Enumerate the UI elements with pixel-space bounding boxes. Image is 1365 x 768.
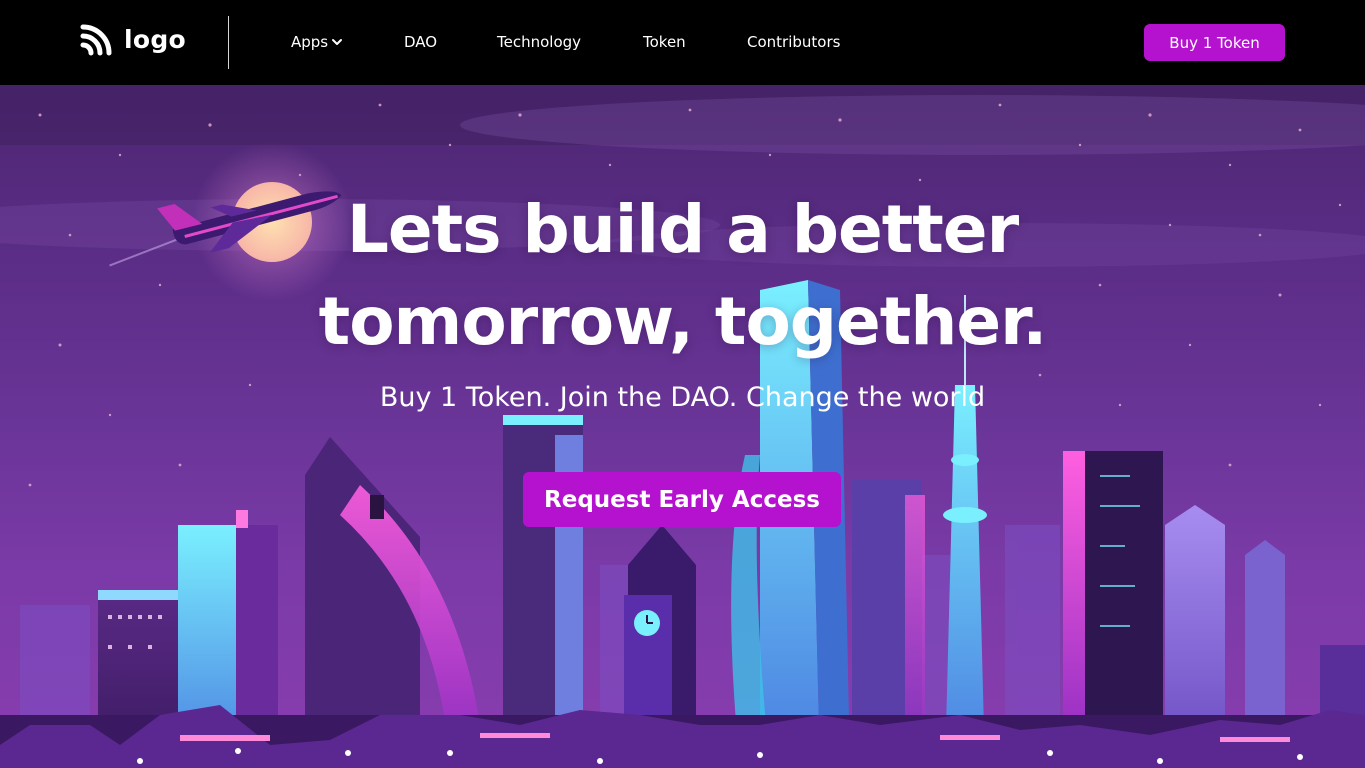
rss-signal-icon — [80, 24, 112, 56]
nav-item-apps[interactable]: Apps — [291, 33, 404, 51]
hero-section: Lets build a better tomorrow, together. … — [0, 85, 1365, 768]
city-skyline-illustration — [0, 85, 1365, 768]
logo-text: logo — [124, 24, 187, 54]
main-menu: Apps DAO Technology Token Contributors — [291, 31, 840, 53]
nav-item-apps-label: Apps — [291, 33, 329, 51]
chevron-down-icon — [332, 39, 343, 45]
nav-item-dao[interactable]: DAO — [404, 33, 497, 51]
nav-item-contributors[interactable]: Contributors — [747, 33, 840, 51]
hero-subtitle: Buy 1 Token. Join the DAO. Change the wo… — [379, 382, 986, 413]
nav-divider — [228, 16, 229, 69]
request-early-access-button[interactable]: Request Early Access — [523, 472, 841, 527]
nav-item-technology[interactable]: Technology — [497, 33, 643, 51]
hero-title-line-2: tomorrow, together. — [318, 283, 1048, 360]
nav-item-token[interactable]: Token — [643, 33, 747, 51]
top-navbar: logo Apps DAO Technology Token Contribut… — [0, 0, 1365, 85]
logo[interactable]: logo — [79, 20, 186, 58]
buy-token-button[interactable]: Buy 1 Token — [1144, 24, 1285, 61]
hero-title-line-1: Lets build a better — [346, 191, 1019, 268]
